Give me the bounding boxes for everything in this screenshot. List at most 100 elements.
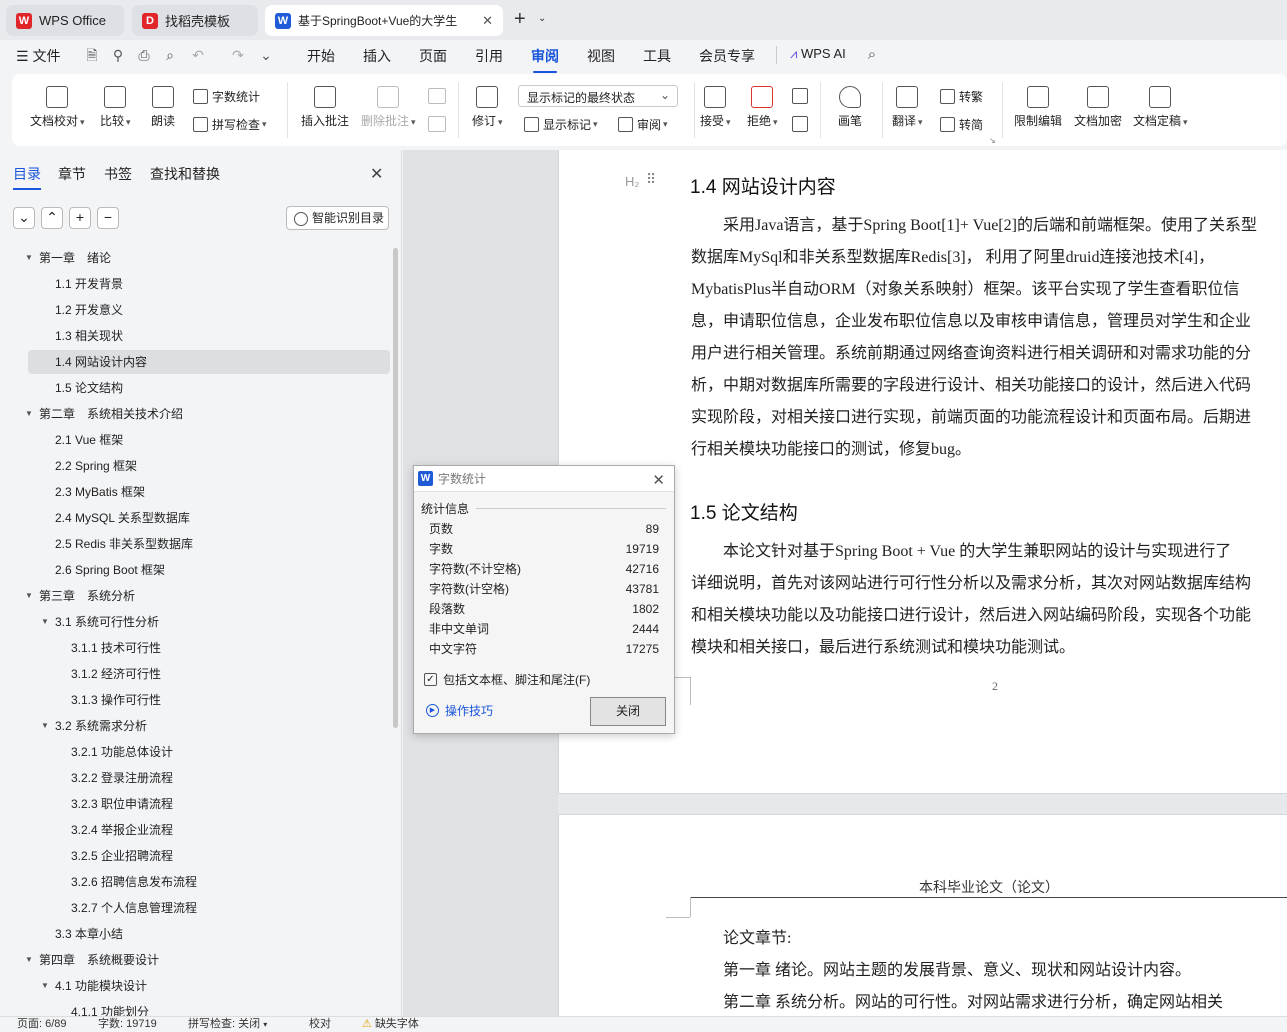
pen-button[interactable]: 画笔 [838, 86, 862, 129]
expand-arrow-icon[interactable]: ▼ [25, 948, 33, 972]
toc-item[interactable]: ▼ 第一章 绪论 [25, 246, 390, 270]
doc-check-button[interactable]: 文档校对 ▾ [30, 86, 85, 129]
toc-item[interactable]: ▼ 3.1 系统可行性分析 [28, 610, 390, 634]
tab-template[interactable]: D 找稻壳模板 [132, 5, 258, 36]
toc-item[interactable]: ▼ 第二章 系统相关技术介绍 [25, 402, 390, 426]
tab-document[interactable]: W 基于SpringBoot+Vue的大学生 ✕ [265, 5, 503, 36]
toc-item[interactable]: 2.4 MySQL 关系型数据库 [28, 506, 390, 530]
toc-item[interactable]: 3.2.1 功能总体设计 [28, 740, 390, 764]
expand-arrow-icon[interactable]: ▼ [25, 246, 33, 270]
toc-scrollbar[interactable] [393, 248, 398, 728]
word-count-button[interactable]: 字数统计 [193, 88, 260, 105]
close-icon[interactable]: ✕ [370, 164, 383, 184]
menu-review[interactable]: 审阅 [531, 46, 559, 73]
toc-item[interactable]: 2.3 MyBatis 框架 [28, 480, 390, 504]
toc-item[interactable]: 1.4 网站设计内容 [28, 350, 390, 374]
toc-item[interactable]: 2.6 Spring Boot 框架 [28, 558, 390, 582]
revise-button[interactable]: 修订 ▾ [472, 86, 503, 129]
spell-check-button[interactable]: 拼写检查 ▾ [193, 116, 267, 133]
status-word-count[interactable]: 字数: 19719 [98, 1017, 157, 1032]
status-missing-font[interactable]: ⚠ 缺失字体 [362, 1017, 419, 1032]
drag-handle-icon[interactable]: ⠿ [646, 172, 656, 188]
expand-arrow-icon[interactable]: ▼ [41, 610, 49, 634]
to-simplified-button[interactable]: 转简 [940, 116, 983, 133]
doc-encrypt-button[interactable]: 文档加密 [1074, 86, 1122, 129]
close-button[interactable]: 关闭 [590, 697, 666, 726]
tab-toc[interactable]: 目录 [13, 164, 41, 190]
print-icon[interactable]: ⎙ [136, 47, 152, 63]
wps-ai-button[interactable]: ⩘ WPS AI [790, 46, 846, 62]
toc-item[interactable]: 3.2.5 企业招聘流程 [28, 844, 390, 868]
toc-item[interactable]: 3.1.3 操作可行性 [28, 688, 390, 712]
toc-item[interactable]: 1.1 开发背景 [28, 272, 390, 296]
toc-item[interactable]: 2.2 Spring 框架 [28, 454, 390, 478]
to-traditional-button[interactable]: 转繁 [940, 88, 983, 105]
toc-item[interactable]: 3.1.2 经济可行性 [28, 662, 390, 686]
menu-member[interactable]: 会员专享 [699, 46, 755, 66]
toc-item[interactable]: 3.2.7 个人信息管理流程 [28, 896, 390, 920]
tab-close-icon[interactable]: ✕ [482, 13, 493, 29]
menu-start[interactable]: 开始 [307, 46, 335, 66]
menu-page[interactable]: 页面 [419, 46, 447, 66]
next-comment-icon[interactable] [428, 116, 446, 132]
export-icon[interactable]: ⚲ [110, 47, 126, 63]
toc-item[interactable]: 3.2.6 招聘信息发布流程 [28, 870, 390, 894]
expand-arrow-icon[interactable]: ▼ [25, 402, 33, 426]
toc-item[interactable]: 3.2.2 登录注册流程 [28, 766, 390, 790]
accept-button[interactable]: 接受 ▾ [700, 86, 731, 129]
review-pane-button[interactable]: 审阅 ▾ [618, 116, 668, 133]
document-page-next[interactable]: 本科毕业论文（论文） 论文章节: 第一章 绪论。网站主题的发展背景、意义、现状和… [558, 814, 1287, 1016]
restrict-edit-button[interactable]: 限制编辑 [1014, 86, 1062, 129]
include-textbox-checkbox[interactable]: ✓ 包括文本框、脚注和尾注(F) [424, 671, 590, 688]
chevron-down-icon[interactable]: ⌄ [538, 13, 546, 24]
compare-button[interactable]: 比较 ▾ [100, 86, 131, 129]
file-menu[interactable]: ☰ 文件 [16, 46, 60, 66]
status-page[interactable]: 页面: 6/89 [17, 1017, 67, 1032]
toc-item[interactable]: ▼ 4.1 功能模块设计 [28, 974, 390, 998]
show-markup-button[interactable]: 显示标记 ▾ [524, 116, 598, 133]
dialog-launcher-icon[interactable]: ↘ [989, 136, 996, 145]
tab-find-replace[interactable]: 查找和替换 [150, 164, 220, 184]
prev-revision-icon[interactable] [792, 88, 808, 104]
toc-item[interactable]: ▼ 3.2 系统需求分析 [28, 714, 390, 738]
menu-insert[interactable]: 插入 [363, 46, 391, 66]
doc-finalize-button[interactable]: 文档定稿 ▾ [1133, 86, 1188, 129]
expand-arrow-icon[interactable]: ▼ [41, 714, 49, 738]
toc-item[interactable]: 2.1 Vue 框架 [28, 428, 390, 452]
reject-button[interactable]: 拒绝 ▾ [747, 86, 778, 129]
toc-item[interactable]: 3.1.1 技术可行性 [28, 636, 390, 660]
remove-heading-button[interactable]: − [97, 207, 119, 229]
markup-state-select[interactable]: 显示标记的最终状态 ⌄ [518, 85, 678, 107]
expand-up-button[interactable]: ⌃ [41, 207, 63, 229]
toc-item[interactable]: 1.2 开发意义 [28, 298, 390, 322]
delete-comment-button[interactable]: 删除批注 ▾ [361, 86, 416, 129]
toc-item[interactable]: 1.3 相关现状 [28, 324, 390, 348]
tab-wps-office[interactable]: W WPS Office [6, 5, 124, 36]
close-icon[interactable]: ✕ [652, 468, 665, 494]
smart-toc-button[interactable]: 智能识别目录 [286, 206, 389, 230]
toc-item[interactable]: 3.2.4 举报企业流程 [28, 818, 390, 842]
toc-item[interactable]: ▼ 第四章 系统概要设计 [25, 948, 390, 972]
new-tab-icon[interactable]: + [514, 8, 526, 31]
prev-comment-icon[interactable] [428, 88, 446, 104]
menu-view[interactable]: 视图 [587, 46, 615, 66]
status-spell-check[interactable]: 拼写检查: 关闭 ▾ [188, 1017, 267, 1032]
status-proofread[interactable]: 校对 [309, 1017, 331, 1032]
expand-arrow-icon[interactable]: ▼ [25, 584, 33, 608]
read-aloud-button[interactable]: 朗读 [151, 86, 175, 129]
undo-icon[interactable]: ↶ [190, 47, 206, 63]
next-revision-icon[interactable] [792, 116, 808, 132]
toc-item[interactable]: 3.3 本章小结 [28, 922, 390, 946]
add-heading-button[interactable]: + [69, 207, 91, 229]
tab-bookmarks[interactable]: 书签 [104, 164, 132, 184]
more-chevron-icon[interactable]: ⌄ [258, 47, 274, 63]
print-preview-icon[interactable]: ⌕ [162, 47, 178, 63]
toc-item[interactable]: 2.5 Redis 非关系型数据库 [28, 532, 390, 556]
tab-sections[interactable]: 章节 [58, 164, 86, 184]
dialog-titlebar[interactable]: W 字数统计 ✕ [414, 466, 674, 492]
redo-icon[interactable]: ↷ [230, 47, 246, 63]
translate-button[interactable]: 翻译 ▾ [892, 86, 923, 129]
toc-item[interactable]: ▼ 第三章 系统分析 [25, 584, 390, 608]
tips-link[interactable]: ▶ 操作技巧 [426, 702, 493, 719]
menu-tools[interactable]: 工具 [643, 46, 671, 66]
